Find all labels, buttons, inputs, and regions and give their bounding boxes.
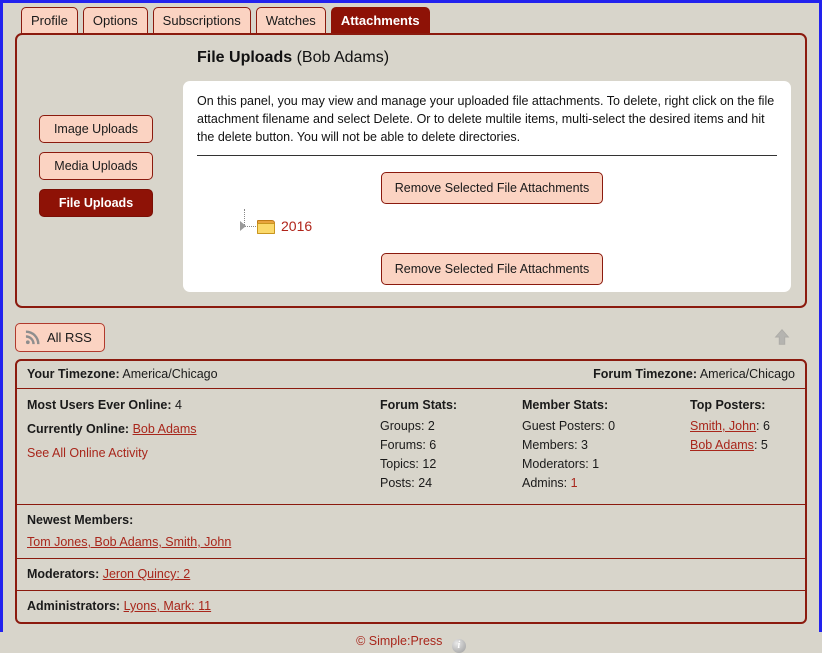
member-stats-column: Member Stats: Guest Posters: 0 Members: … — [522, 398, 690, 495]
profile-tab-bar: Profile Options Subscriptions Watches At… — [11, 3, 811, 34]
top-posters-header: Top Posters: — [690, 398, 766, 412]
file-uploads-panel: File Uploads (Bob Adams) Image Uploads M… — [15, 33, 807, 308]
member-stats-moderators: Moderators: 1 — [522, 457, 600, 471]
footer: © Simple:Press i — [11, 634, 811, 653]
most-users-value: 4 — [174, 398, 182, 412]
most-users-label: Most Users Ever Online: — [27, 398, 172, 412]
forum-stats-panel: Your Timezone: America/Chicago Forum Tim… — [15, 359, 807, 624]
forum-timezone-value: America/Chicago — [699, 367, 795, 381]
most-users-ever-online: Most Users Ever Online: 4 — [27, 398, 380, 412]
timezone-row: Your Timezone: America/Chicago Forum Tim… — [17, 361, 805, 389]
top-poster-link-2[interactable]: Bob Adams — [690, 438, 754, 452]
newest-members-links[interactable]: Tom Jones, Bob Adams, Smith, John — [27, 535, 795, 549]
currently-online-label: Currently Online: — [27, 422, 130, 436]
your-timezone-value: America/Chicago — [122, 367, 218, 381]
sidebar-item-image-uploads[interactable]: Image Uploads — [39, 115, 153, 143]
administrators-link[interactable]: Lyons, Mark: 11 — [124, 599, 212, 613]
your-timezone: Your Timezone: America/Chicago — [27, 367, 218, 381]
panel-body: Image Uploads Media Uploads File Uploads… — [17, 67, 805, 292]
stats-columns: Most Users Ever Online: 4 Currently Onli… — [17, 389, 805, 505]
remove-selected-attachments-button-top[interactable]: Remove Selected File Attachments — [380, 172, 604, 205]
member-stats-guest-posters: Guest Posters: 0 — [522, 419, 616, 433]
tree-node-2016[interactable]: 2016 — [281, 218, 312, 234]
file-tree: 2016 — [197, 209, 777, 236]
forum-stats-header: Forum Stats: — [380, 398, 458, 412]
page-title: File Uploads (Bob Adams) — [17, 35, 805, 67]
member-stats-members: Members: 3 — [522, 438, 588, 452]
top-poster-link-1[interactable]: Smith, John — [690, 419, 756, 433]
remove-button-row-bottom: Remove Selected File Attachments — [197, 253, 777, 286]
all-rss-button[interactable]: All RSS — [15, 322, 105, 352]
top-poster-count-2: 5 — [760, 438, 768, 452]
forum-timezone: Forum Timezone: America/Chicago — [593, 367, 795, 381]
online-stats-column: Most Users Ever Online: 4 Currently Onli… — [27, 398, 380, 495]
forum-stats-forums: Forums: 6 — [380, 438, 437, 452]
tab-profile[interactable]: Profile — [21, 7, 78, 34]
top-poster-count-1: 6 — [762, 419, 770, 433]
top-poster-sep-2: : — [753, 438, 761, 452]
newest-members-header: Newest Members: — [27, 513, 134, 527]
see-all-online-activity-link[interactable]: See All Online Activity — [27, 446, 380, 460]
all-rss-label: All RSS — [47, 329, 92, 345]
expand-arrow-icon[interactable] — [237, 209, 256, 235]
top-poster-row: Bob Adams: 5 — [690, 438, 795, 452]
rss-icon — [25, 329, 40, 344]
folder-icon — [257, 219, 275, 235]
remove-selected-attachments-button-bottom[interactable]: Remove Selected File Attachments — [380, 253, 604, 286]
divider — [197, 155, 777, 157]
tab-subscriptions[interactable]: Subscriptions — [152, 7, 251, 34]
page-title-text: File Uploads — [197, 49, 293, 66]
top-posters-column: Top Posters: Smith, John: 6 Bob Adams: 5 — [690, 398, 795, 495]
forum-stats-posts: Posts: 24 — [380, 476, 433, 490]
moderators-link[interactable]: Jeron Quincy: 2 — [103, 567, 191, 581]
top-poster-row: Smith, John: 6 — [690, 419, 795, 433]
back-to-top-icon[interactable] — [771, 326, 793, 348]
upload-type-nav: Image Uploads Media Uploads File Uploads — [29, 81, 179, 292]
tree-line-horizontal — [245, 226, 256, 228]
remove-button-row-top: Remove Selected File Attachments — [197, 172, 777, 205]
forum-stats-topics: Topics: 12 — [380, 457, 437, 471]
page-title-owner: (Bob Adams) — [296, 49, 390, 66]
currently-online-user-link[interactable]: Bob Adams — [133, 422, 197, 436]
moderators-label: Moderators: — [27, 567, 100, 581]
moderators-row: Moderators: Jeron Quincy: 2 — [17, 559, 805, 591]
newest-members-row: Newest Members: Tom Jones, Bob Adams, Sm… — [17, 505, 805, 559]
currently-online: Currently Online: Bob Adams — [27, 422, 380, 436]
administrators-label: Administrators: — [27, 599, 121, 613]
folder-icon-front — [257, 223, 275, 235]
member-stats-admins: Admins: 1 — [522, 476, 690, 490]
panel-description: On this panel, you may view and manage y… — [197, 94, 775, 144]
member-stats-admins-value: 1 — [570, 476, 578, 490]
member-stats-header: Member Stats: — [522, 398, 609, 412]
sidebar-item-media-uploads[interactable]: Media Uploads — [39, 152, 153, 180]
tab-attachments[interactable]: Attachments — [330, 7, 430, 34]
footer-copyright: © Simple:Press — [356, 634, 443, 648]
your-timezone-label: Your Timezone: — [27, 367, 120, 381]
page-root: Profile Options Subscriptions Watches At… — [3, 3, 819, 653]
member-stats-admins-label: Admins: — [522, 476, 568, 490]
tab-watches[interactable]: Watches — [255, 7, 326, 34]
tab-options[interactable]: Options — [82, 7, 148, 34]
info-icon[interactable]: i — [451, 639, 466, 653]
rss-row: All RSS — [15, 318, 807, 356]
administrators-row: Administrators: Lyons, Mark: 11 — [17, 591, 805, 622]
forum-timezone-label: Forum Timezone: — [593, 367, 698, 381]
top-poster-sep-1: : — [756, 419, 763, 433]
tree-arrow-glyph — [240, 221, 246, 232]
forum-stats-column: Forum Stats: Groups: 2 Forums: 6 Topics:… — [380, 398, 522, 495]
forum-stats-groups: Groups: 2 — [380, 419, 435, 433]
sidebar-item-file-uploads[interactable]: File Uploads — [39, 189, 153, 217]
attachments-card: On this panel, you may view and manage y… — [183, 81, 791, 292]
